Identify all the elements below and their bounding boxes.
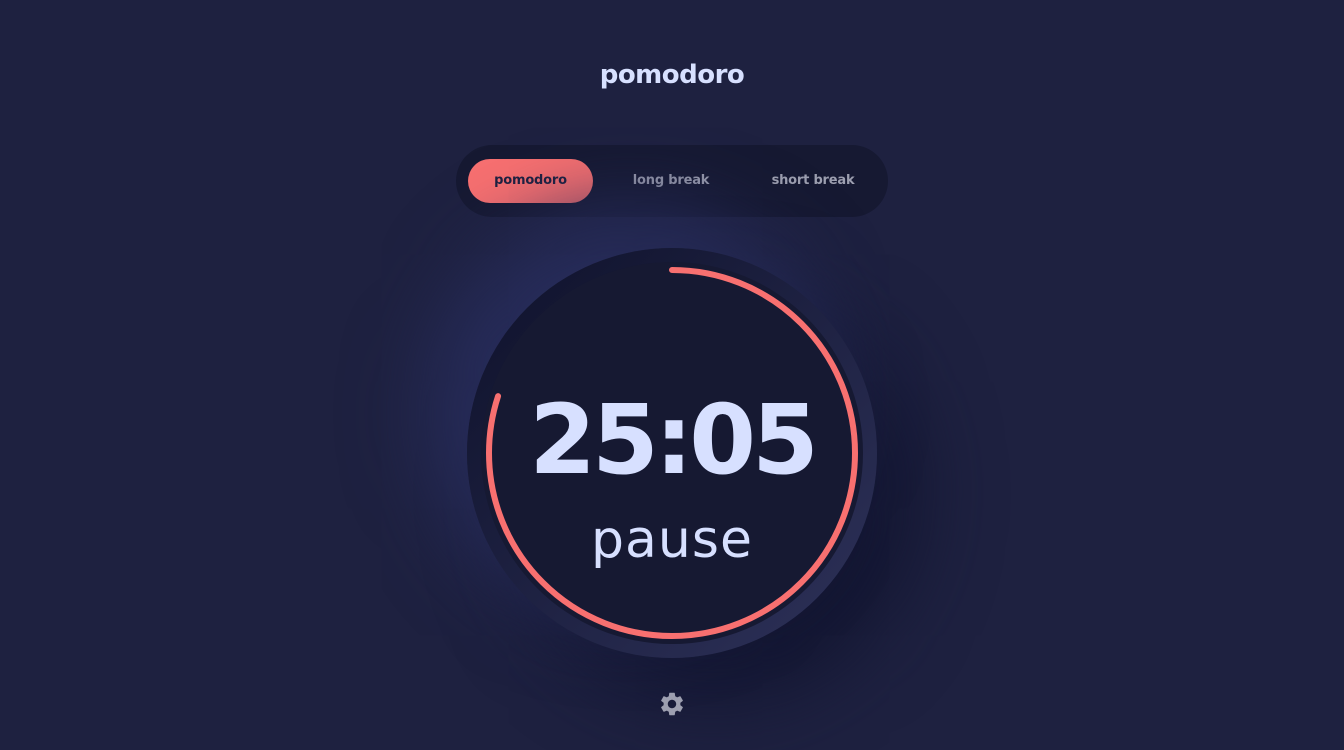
app-title: pomodoro	[599, 60, 745, 90]
settings-button[interactable]	[658, 690, 686, 718]
time-remaining: 25:05	[529, 384, 819, 496]
pause-button[interactable]: pause	[481, 510, 863, 570]
timer-face: 25:05 pause	[481, 262, 863, 644]
tab-long-break[interactable]: long break	[606, 159, 736, 203]
tab-pomodoro[interactable]: pomodoro	[468, 159, 593, 203]
gear-icon	[661, 692, 683, 716]
pomodoro-app: pomodoro pomodoro long break short break…	[0, 0, 1344, 750]
timer-dial[interactable]: 25:05 pause	[467, 248, 877, 658]
tab-short-break[interactable]: short break	[748, 159, 878, 203]
mode-selector: pomodoro long break short break	[456, 145, 888, 217]
